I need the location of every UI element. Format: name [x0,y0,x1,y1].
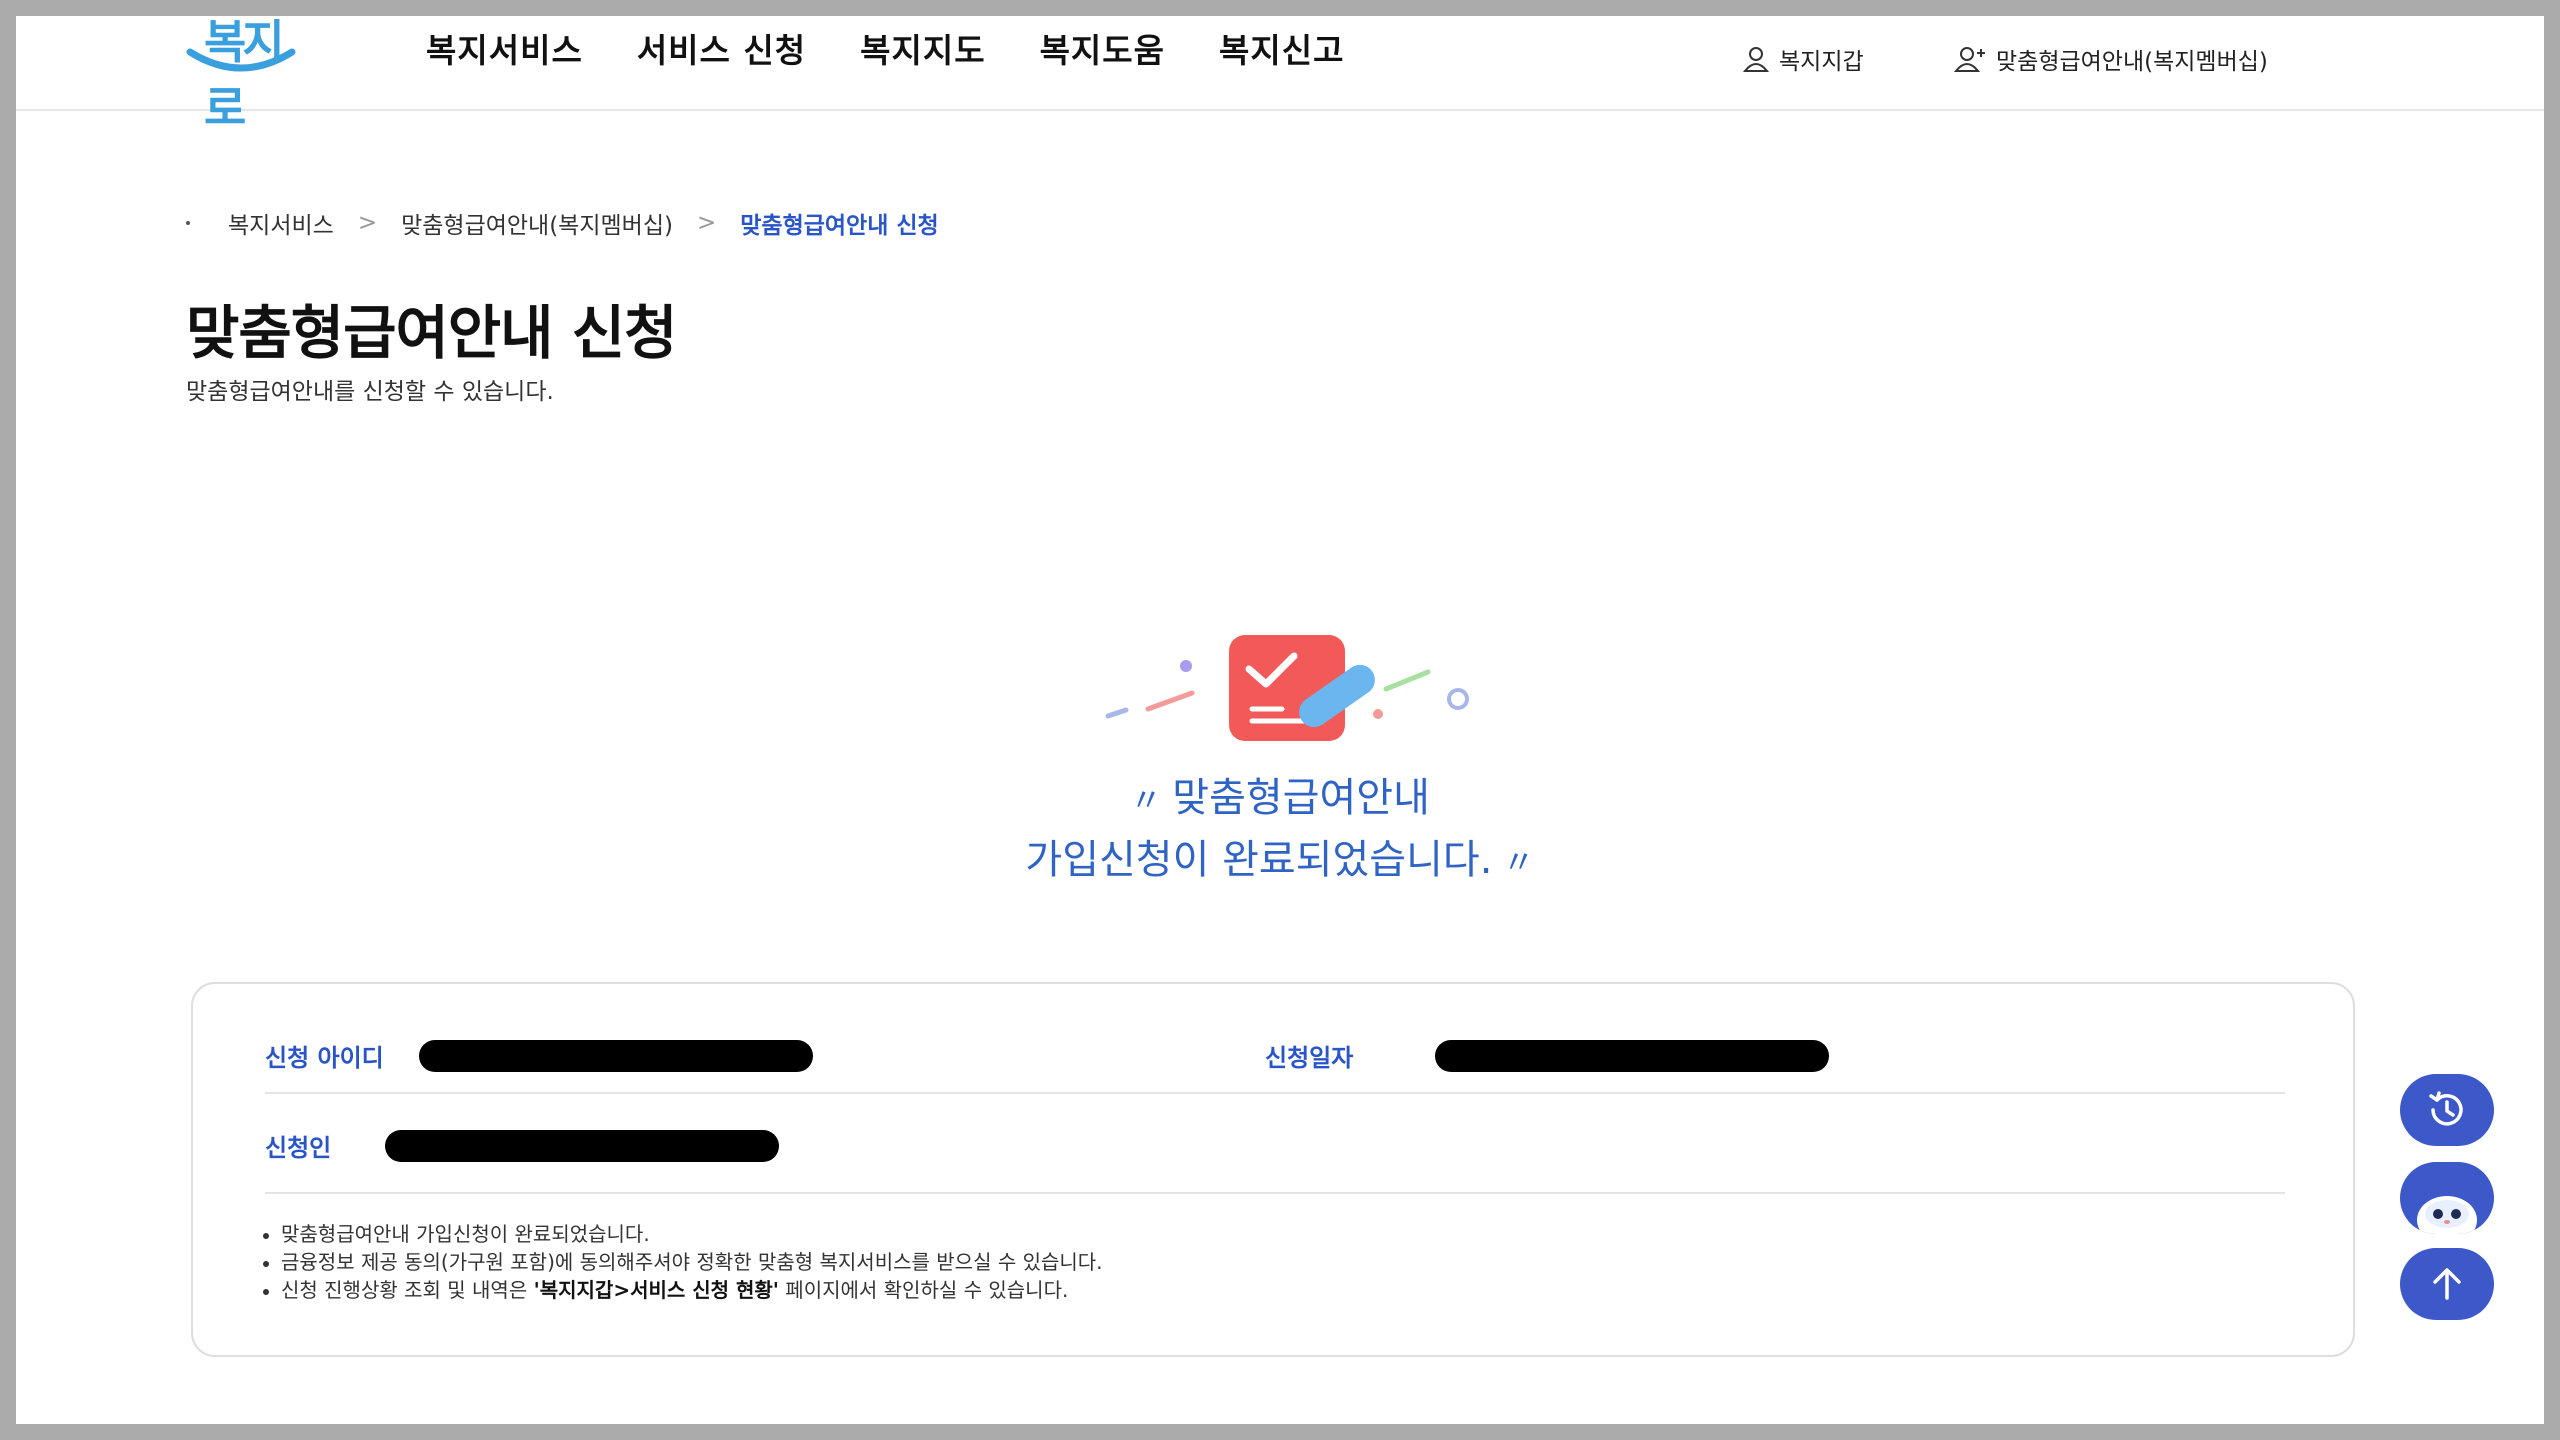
completion-text-1: 맞춤형급여안내 [1172,775,1430,821]
completion-message: 〃 맞춤형급여안내 가입신청이 완료되었습니다. 〃 [16,768,2544,892]
page-description: 맞춤형급여안내를 신청할 수 있습니다. [186,379,554,405]
notice-list: 맞춤형급여안내 가입신청이 완료되었습니다. 금융정보 제공 동의(가구원 포함… [261,1220,1103,1304]
applicant-id-field: 신청 아이디 [265,1038,813,1073]
person-add-icon [1954,47,1985,72]
applicant-redacted [385,1129,779,1162]
applicant-field: 신청인 [265,1128,779,1163]
nav-welfare-report[interactable]: 복지신고 [1219,24,1344,72]
wallet-link[interactable]: 복지지갑 [1741,42,1864,76]
application-complete-illustration [1105,635,1469,741]
chatbot-icon [2417,1196,2477,1234]
arrow-up-icon [2433,1268,2461,1300]
breadcrumb-item-current: 맞춤형급여안내 신청 [740,213,939,239]
info-row-id-date: 신청 아이디 신청일자 [265,1014,2285,1094]
notice-item: 금융정보 제공 동의(가구원 포함)에 동의해주셔야 정확한 맞춤형 복지서비스… [261,1248,1103,1276]
completion-line-1: 〃 맞춤형급여안내 [16,768,2544,830]
chevron-right-icon: > [357,210,378,236]
nav-service-apply[interactable]: 서비스 신청 [637,24,806,72]
apply-date-label: 신청일자 [1265,1044,1354,1072]
history-icon [2429,1091,2463,1126]
close-quote-icon: 〃 [1492,843,1535,881]
wallet-label: 복지지갑 [1779,49,1864,75]
info-row-applicant: 신청인 [265,1094,2285,1194]
notice-text: 페이지에서 확인하실 수 있습니다. [778,1278,1069,1302]
nav-welfare-service[interactable]: 복지서비스 [426,24,583,72]
page-frame: 복지로 복지서비스 서비스 신청 복지지도 복지도움 복지신고 복지지갑 맞춤형… [16,16,2544,1424]
page-title: 맞춤형급여안내 신청 [186,299,677,367]
apply-date-redacted [1435,1039,1829,1072]
notice-item: 신청 진행상황 조회 및 내역은 '복지지갑>서비스 신청 현황' 페이지에서 … [261,1276,1103,1304]
site-header: 복지로 복지서비스 서비스 신청 복지지도 복지도움 복지신고 복지지갑 맞춤형… [16,16,2544,135]
membership-link[interactable]: 맞춤형급여안내(복지멤버십) [1954,42,2268,76]
notice-emphasis: '복지지갑>서비스 신청 현황' [533,1278,779,1302]
membership-label: 맞춤형급여안내(복지멤버십) [1996,49,2268,75]
breadcrumb-item-welfare-service[interactable]: 복지서비스 [228,206,334,240]
open-quote-icon: 〃 [1130,781,1173,819]
nav-welfare-map[interactable]: 복지지도 [860,24,985,72]
applicant-id-label: 신청 아이디 [265,1044,384,1072]
notice-text: 신청 진행상황 조회 및 내역은 [281,1278,534,1302]
application-info-box: 신청 아이디 신청일자 신청인 맞춤형급여안내 가입신청이 완료되었습니다. 금… [191,982,2355,1357]
logo-swoosh-icon [186,48,296,72]
person-icon [1742,47,1770,72]
main-nav: 복지서비스 서비스 신청 복지지도 복지도움 복지신고 [426,24,1398,72]
chevron-right-icon: > [696,210,717,236]
completion-line-2: 가입신청이 완료되었습니다. 〃 [16,830,2544,892]
applicant-label: 신청인 [265,1134,332,1162]
nav-welfare-help[interactable]: 복지도움 [1040,24,1165,72]
breadcrumb-home-dot [186,221,190,225]
history-button[interactable] [2400,1074,2494,1146]
site-logo[interactable]: 복지로 [186,16,306,135]
scroll-top-button[interactable] [2400,1248,2494,1320]
completion-text-2: 가입신청이 완료되었습니다. [1025,837,1493,883]
applicant-id-redacted [419,1039,813,1072]
breadcrumb: 복지서비스 > 맞춤형급여안내(복지멤버십) > 맞춤형급여안내 신청 [186,206,939,240]
breadcrumb-item-membership[interactable]: 맞춤형급여안내(복지멤버십) [401,206,673,240]
apply-date-field: 신청일자 [1265,1038,1829,1073]
notice-item: 맞춤형급여안내 가입신청이 완료되었습니다. [261,1220,1103,1248]
chatbot-button[interactable] [2400,1162,2494,1234]
